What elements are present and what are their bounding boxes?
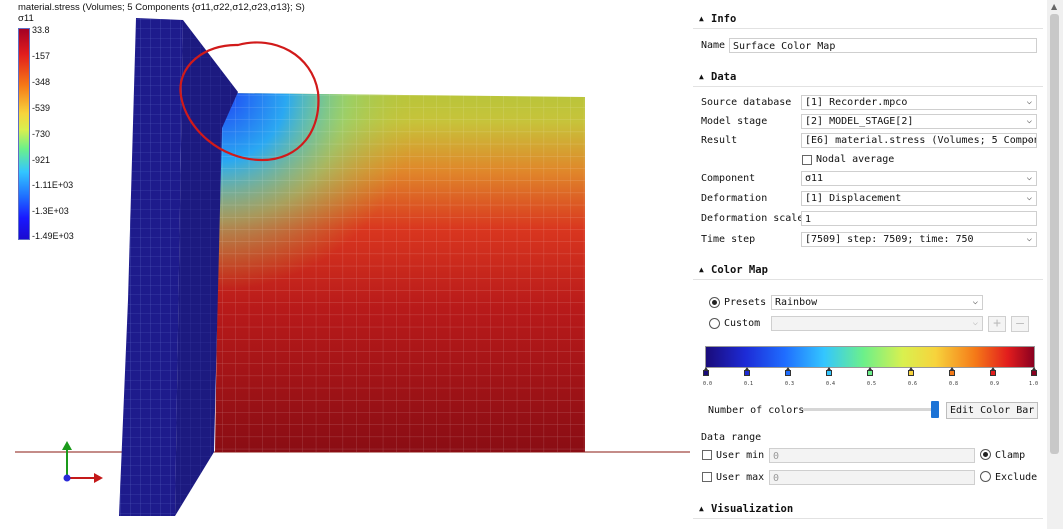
color-stop-handle[interactable]	[867, 367, 873, 376]
color-stop-handle[interactable]	[1031, 367, 1037, 376]
number-of-colors-label: Number of colors	[708, 405, 805, 416]
model-stage-label: Model stage	[701, 116, 768, 127]
legend-tick: -730	[32, 129, 51, 139]
user-max-label: User max	[716, 472, 765, 483]
model-scene	[15, 18, 690, 516]
nodal-average-checkbox[interactable]	[802, 155, 812, 165]
color-stop-handle[interactable]	[744, 367, 750, 376]
name-field[interactable]: Surface Color Map	[729, 38, 1037, 53]
component-label: Component	[701, 173, 756, 184]
scroll-up-icon[interactable]: ▲	[1051, 2, 1057, 11]
deformation-scale-field[interactable]: 1	[801, 211, 1037, 226]
deformation-scale-label: Deformation scale	[701, 213, 804, 224]
color-stop-handle[interactable]	[949, 367, 955, 376]
collapse-triangle-icon: ▲	[699, 14, 704, 23]
panel-scrollbar[interactable]: ▲	[1047, 0, 1063, 529]
custom-select[interactable]: ⌵	[771, 316, 983, 331]
legend-tick: -1.3E+03	[32, 206, 69, 216]
presets-label: Presets	[724, 297, 767, 308]
section-data-header[interactable]: ▲ Data	[693, 68, 1043, 87]
color-stop-handle[interactable]	[990, 367, 996, 376]
color-stop-label: 0.0	[703, 381, 713, 387]
component-select[interactable]: σ11 ⌵	[801, 171, 1037, 186]
exclude-radio[interactable]	[980, 471, 991, 482]
data-range-label: Data range	[701, 432, 762, 443]
source-database-select[interactable]: [1] Recorder.mpco ⌵	[801, 95, 1037, 110]
color-stop-handle[interactable]	[703, 367, 709, 376]
3d-viewport[interactable]: material.stress (Volumes; 5 Components {…	[0, 0, 690, 529]
axes-triad	[62, 441, 103, 483]
chevron-down-icon: ⌵	[1026, 234, 1032, 244]
result-label: Result	[701, 135, 738, 146]
result-select[interactable]: [E6] material.stress (Volumes; 5 Compon ⌵	[801, 133, 1037, 148]
chevron-down-icon: ⌵	[1026, 193, 1032, 203]
clamp-label: Clamp	[995, 450, 1026, 461]
section-visualization-header[interactable]: ▲ Visualization	[693, 500, 1043, 519]
legend-tick: -157	[32, 51, 51, 61]
deformation-select[interactable]: [1] Displacement ⌵	[801, 191, 1037, 206]
properties-panel: ▲ Info Name Surface Color Map ▲ Data Sou…	[693, 0, 1045, 529]
color-stop-label: 1.0	[1029, 381, 1039, 387]
user-max-checkbox[interactable]	[702, 472, 712, 482]
source-database-label: Source database	[701, 97, 792, 108]
name-label: Name	[701, 40, 726, 51]
clamp-radio[interactable]	[980, 449, 991, 460]
legend-tick: 33.8	[32, 25, 50, 35]
edit-color-bar-button[interactable]: Edit Color Bar	[946, 402, 1039, 419]
user-min-label: User min	[716, 450, 765, 461]
legend-tick: -348	[32, 77, 51, 87]
user-min-field[interactable]: 0	[769, 448, 975, 463]
scrollbar-thumb[interactable]	[1050, 14, 1059, 454]
add-color-map-button[interactable]: +	[988, 316, 1006, 332]
legend-title: material.stress (Volumes; 5 Components {…	[18, 2, 305, 13]
user-min-checkbox[interactable]	[702, 450, 712, 460]
chevron-down-icon: ⌵	[1026, 116, 1032, 126]
chevron-down-icon: ⌵	[1026, 97, 1032, 107]
color-stop-handle[interactable]	[908, 367, 914, 376]
section-info-header[interactable]: ▲ Info	[693, 10, 1043, 29]
exclude-label: Exclude	[995, 472, 1038, 483]
collapse-triangle-icon: ▲	[699, 72, 704, 81]
legend-component: σ11	[18, 13, 34, 24]
presets-radio[interactable]	[709, 297, 720, 308]
custom-label: Custom	[724, 318, 761, 329]
color-stop-label: 0.3	[785, 381, 795, 387]
collapse-triangle-icon: ▲	[699, 265, 704, 274]
deformation-label: Deformation	[701, 193, 768, 204]
color-stop-handle[interactable]	[785, 367, 791, 376]
chevron-down-icon: ⌵	[1026, 173, 1032, 183]
model-stage-select[interactable]: [2] MODEL_STAGE[2] ⌵	[801, 114, 1037, 129]
color-stop-label: 0.8	[949, 381, 959, 387]
legend-tick: -1.11E+03	[32, 180, 74, 190]
number-of-colors-slider-track[interactable]	[803, 408, 933, 411]
chevron-down-icon: ⌵	[972, 318, 978, 328]
time-step-label: Time step	[701, 234, 756, 245]
color-legend-bar	[18, 28, 30, 240]
color-stop-handle[interactable]	[826, 367, 832, 376]
chevron-down-icon: ⌵	[1026, 135, 1032, 145]
user-max-field[interactable]: 0	[769, 470, 975, 485]
number-of-colors-slider-handle[interactable]	[931, 401, 939, 418]
color-map-gradient	[705, 346, 1035, 368]
nodal-average-label: Nodal average	[816, 154, 895, 165]
section-color-map-header[interactable]: ▲ Color Map	[693, 261, 1043, 280]
chevron-down-icon: ⌵	[972, 297, 978, 307]
color-stop-label: 0.1	[744, 381, 754, 387]
custom-radio[interactable]	[709, 318, 720, 329]
color-stop-label: 0.9	[990, 381, 1000, 387]
color-stop-label: 0.4	[826, 381, 836, 387]
remove-color-map-button[interactable]: —	[1011, 316, 1029, 332]
legend-tick: -1.49E+03	[32, 231, 74, 241]
presets-select[interactable]: Rainbow ⌵	[771, 295, 983, 310]
color-stop-label: 0.5	[867, 381, 877, 387]
legend-tick: -921	[32, 155, 51, 165]
time-step-select[interactable]: [7509] step: 7509; time: 750 ⌵	[801, 232, 1037, 247]
color-stop-label: 0.6	[908, 381, 918, 387]
collapse-triangle-icon: ▲	[699, 504, 704, 513]
legend-tick: -539	[32, 103, 51, 113]
